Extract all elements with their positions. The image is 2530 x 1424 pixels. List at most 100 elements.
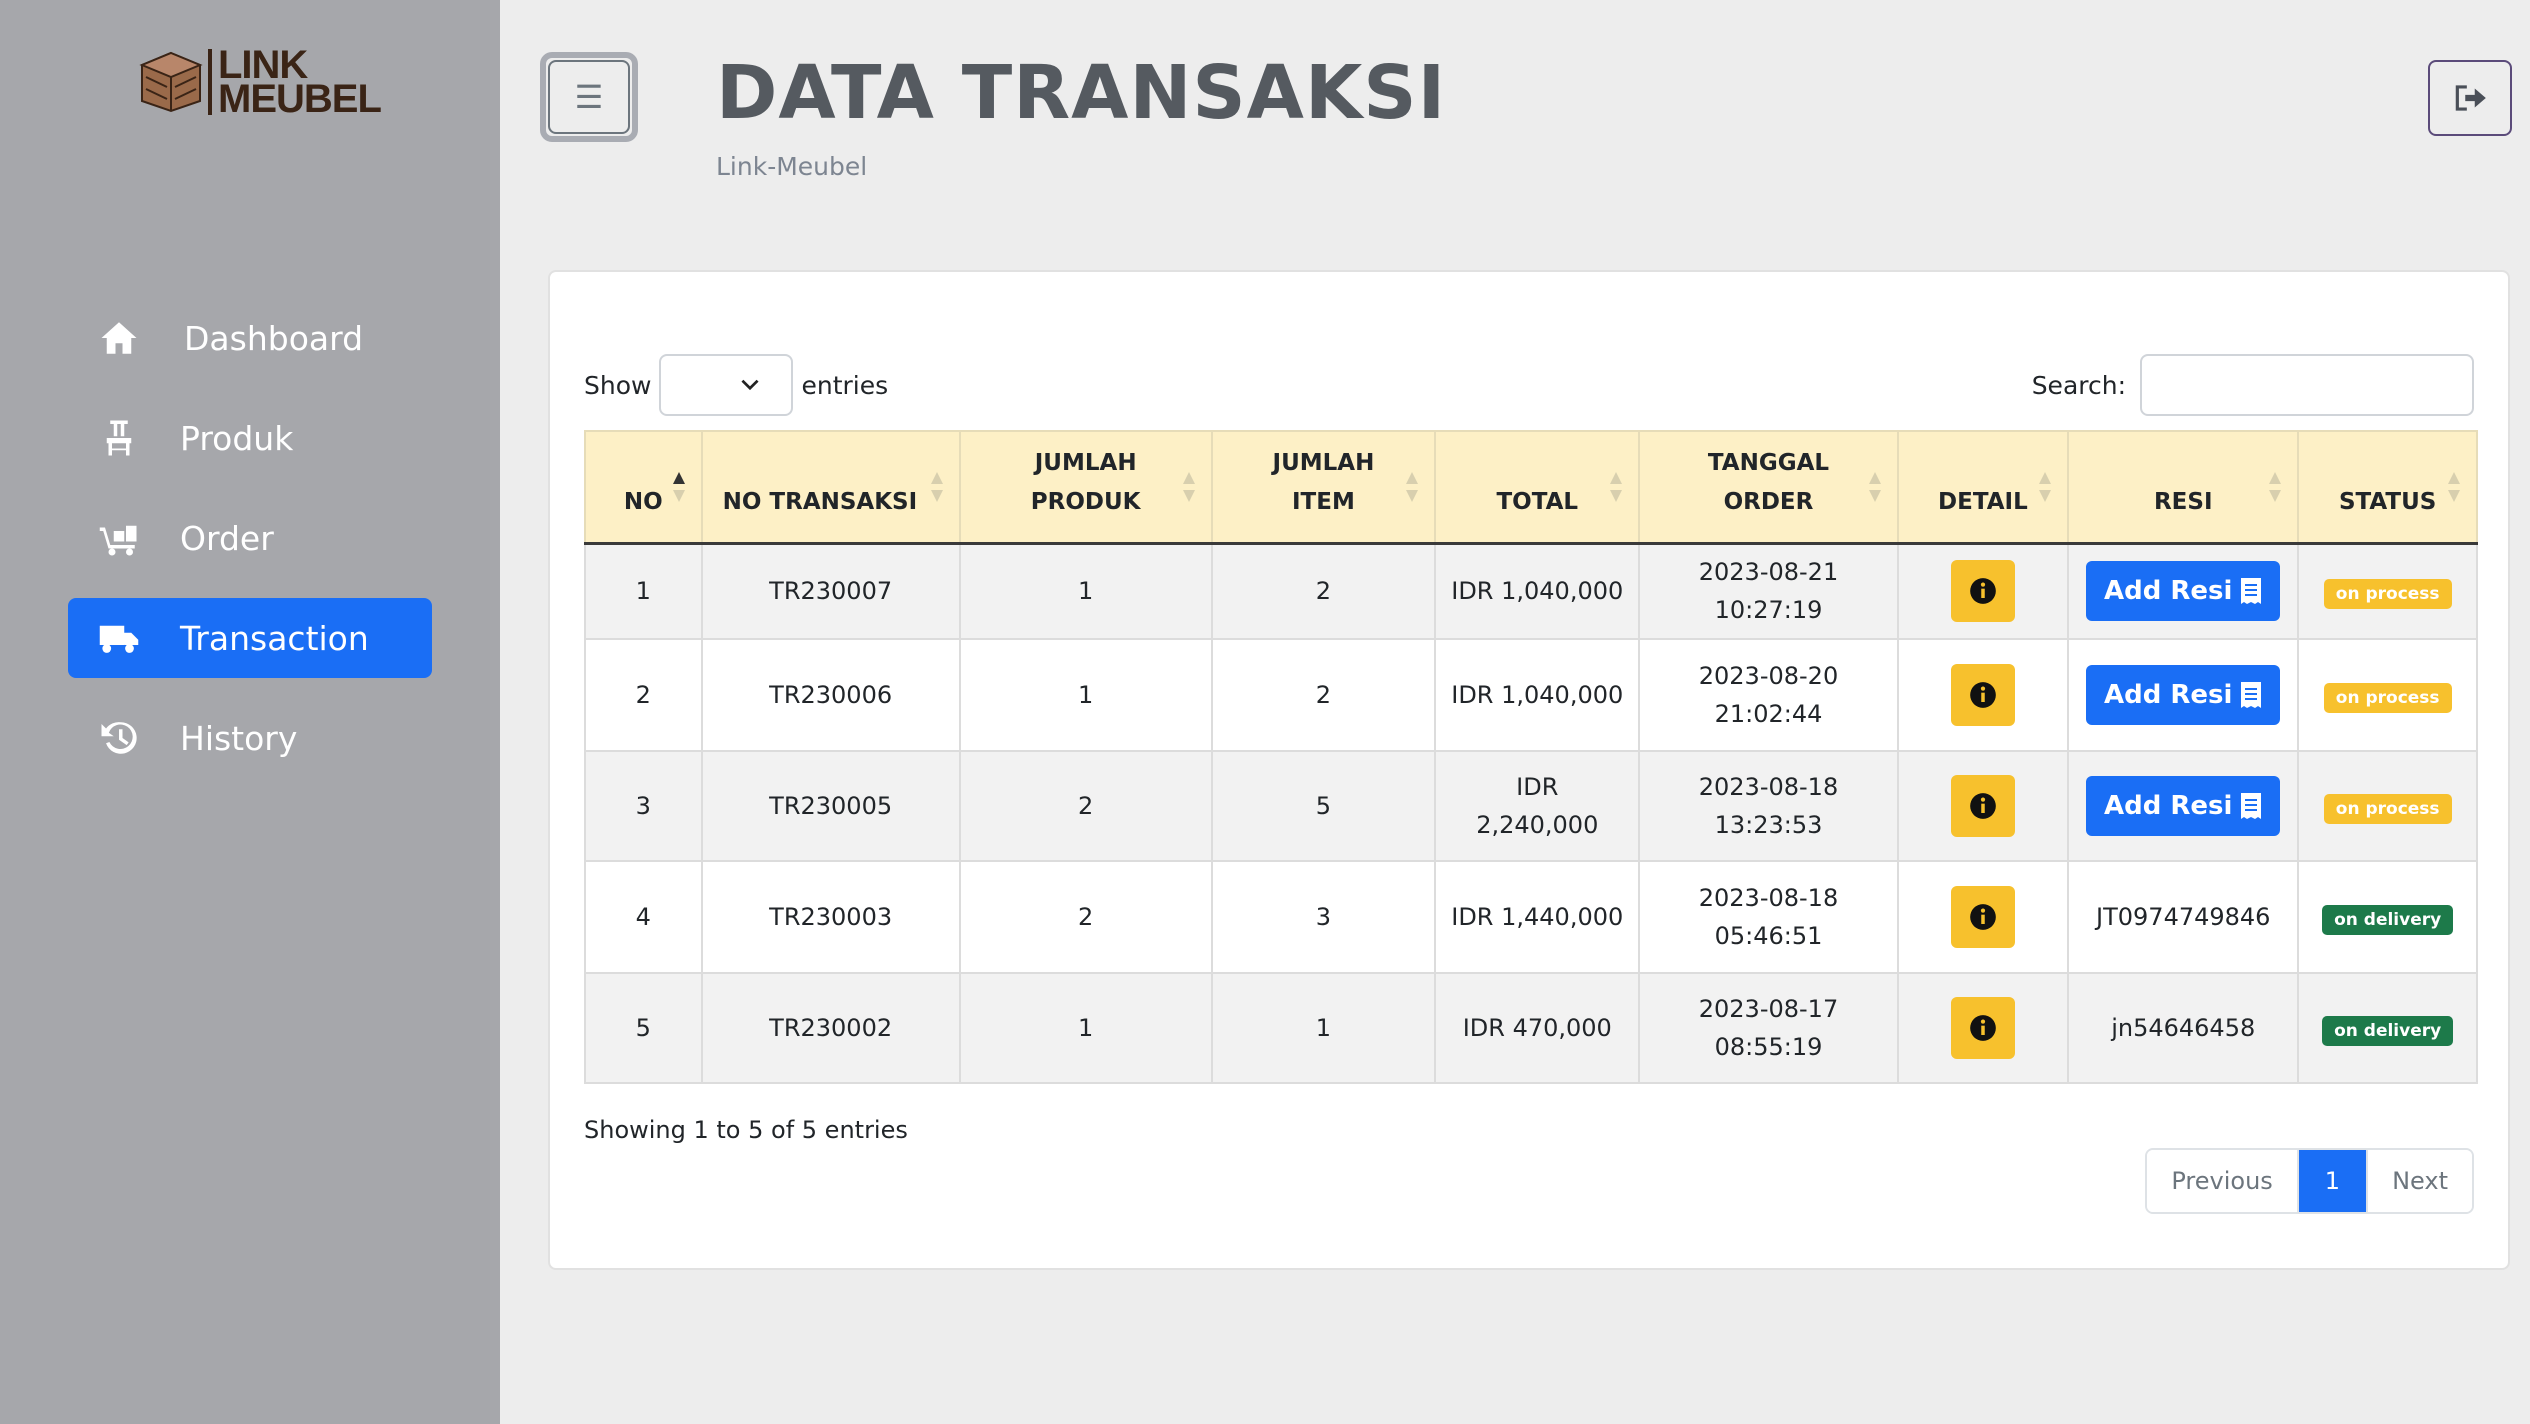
logo-divider xyxy=(208,49,212,115)
cell-tanggal: 2023-08-21 10:27:19 xyxy=(1638,542,1899,640)
cell-total: IDR 1,440,000 xyxy=(1434,860,1641,974)
dolly-icon xyxy=(99,525,137,556)
search-label: Search: xyxy=(2031,370,2126,400)
history-icon xyxy=(101,722,137,754)
cell-jumlah-item: 1 xyxy=(1210,972,1437,1084)
sidebar: LINK MEUBEL Dashboard Produk Order Trans… xyxy=(0,0,500,1424)
sidebar-item-transaction[interactable]: Transaction xyxy=(68,598,432,678)
column-header-status[interactable]: STATUS xyxy=(2297,430,2478,545)
status-badge: on process xyxy=(2323,683,2452,713)
home-icon xyxy=(101,322,137,354)
entries-select[interactable] xyxy=(659,354,794,416)
cell-status: on delivery xyxy=(2297,972,2478,1084)
chair-icon xyxy=(106,420,132,456)
search-control: Search: xyxy=(2032,354,2474,416)
column-header-jumlah-produk[interactable]: JUMLAH PRODUK xyxy=(958,430,1213,545)
sidebar-item-history[interactable]: History xyxy=(68,698,432,778)
page-subtitle: Link-Meubel xyxy=(716,152,868,181)
truck-icon xyxy=(99,625,139,653)
column-label-line2: ITEM xyxy=(1292,488,1355,515)
cell-no-transaksi: TR230005 xyxy=(700,750,961,862)
sort-icon xyxy=(2269,472,2282,502)
column-header-no-transaksi[interactable]: NO TRANSAKSI xyxy=(700,430,961,545)
detail-button[interactable] xyxy=(1950,775,2015,837)
cell-jumlah-produk: 1 xyxy=(958,542,1213,640)
crate-logo-icon xyxy=(139,51,203,113)
add-resi-button[interactable]: Add Resi xyxy=(2086,665,2281,725)
cell-jumlah-item: 3 xyxy=(1210,860,1437,974)
info-icon xyxy=(1970,1015,1996,1041)
cell-total: IDR 1,040,000 xyxy=(1434,638,1641,752)
logo-line2: MEUBEL xyxy=(218,77,382,121)
cell-resi: Add Resi xyxy=(2067,750,2300,862)
column-header-total[interactable]: TOTAL xyxy=(1434,430,1641,545)
next-button[interactable]: Next xyxy=(2366,1150,2472,1212)
cell-jumlah-item: 2 xyxy=(1210,542,1437,640)
cell-total: IDR 470,000 xyxy=(1434,972,1641,1084)
cell-no: 1 xyxy=(584,542,703,640)
column-label-line1: JUMLAH xyxy=(1034,449,1137,476)
info-icon xyxy=(1970,793,1996,819)
cell-no: 2 xyxy=(584,638,703,752)
table-row: 3 TR230005 2 5 IDR 2,240,000 2023-08-18 … xyxy=(584,750,2478,862)
cell-tanggal: 2023-08-17 08:55:19 xyxy=(1638,972,1899,1084)
sort-icon xyxy=(2448,472,2460,502)
previous-button[interactable]: Previous xyxy=(2147,1150,2297,1212)
table-row: 5 TR230002 1 1 IDR 470,000 2023-08-17 08… xyxy=(584,972,2478,1084)
cell-jumlah-produk: 2 xyxy=(958,860,1213,974)
cell-resi: jn54646458 xyxy=(2067,972,2300,1084)
column-label-line1: TANGGAL xyxy=(1707,449,1830,476)
cell-no: 4 xyxy=(584,860,703,974)
cell-status: on process xyxy=(2297,750,2478,862)
cell-status: on delivery xyxy=(2297,860,2478,974)
search-input[interactable] xyxy=(2140,354,2474,416)
receipt-icon xyxy=(2241,793,2262,819)
page-1-button[interactable]: 1 xyxy=(2296,1150,2367,1212)
detail-button[interactable] xyxy=(1950,997,2015,1059)
column-header-detail[interactable]: DETAIL xyxy=(1896,430,2070,545)
status-badge: on delivery xyxy=(2322,905,2454,935)
cell-resi: Add Resi xyxy=(2067,638,2300,752)
detail-button[interactable] xyxy=(1950,886,2015,948)
sidebar-item-label: Order xyxy=(180,518,274,558)
sort-icon xyxy=(1610,472,1623,502)
cell-status: on process xyxy=(2297,542,2478,640)
status-badge: on delivery xyxy=(2322,1016,2454,1046)
cell-no: 3 xyxy=(584,750,703,862)
column-header-tanggal-order[interactable]: TANGGAL ORDER xyxy=(1638,430,1899,545)
page-title: DATA TRANSAKSI xyxy=(716,50,1447,136)
sort-icon xyxy=(1182,472,1195,502)
sidebar-item-dashboard[interactable]: Dashboard xyxy=(68,298,432,378)
sidebar-item-label: History xyxy=(180,718,298,758)
cell-status: on process xyxy=(2297,638,2478,752)
logo-text: LINK MEUBEL xyxy=(218,45,382,121)
status-badge: on process xyxy=(2323,579,2452,610)
add-resi-button[interactable]: Add Resi xyxy=(2086,776,2281,836)
table-row: 4 TR230003 2 3 IDR 1,440,000 2023-08-18 … xyxy=(584,860,2478,974)
brand-logo[interactable]: LINK MEUBEL xyxy=(138,45,382,121)
sidebar-item-label: Produk xyxy=(180,418,294,458)
cell-no: 5 xyxy=(584,972,703,1084)
transactions-table: NO NO TRANSAKSI JUMLAH PRODUK JUMLAH ITE… xyxy=(584,430,2478,1084)
entries-label: entries xyxy=(801,370,889,400)
add-resi-label: Add Resi xyxy=(2104,680,2233,710)
sidebar-toggle-button[interactable]: ☰ xyxy=(540,52,638,142)
detail-button[interactable] xyxy=(1950,560,2015,623)
column-label-line1: JUMLAH xyxy=(1272,449,1375,476)
sidebar-item-produk[interactable]: Produk xyxy=(68,398,432,478)
column-label: NO xyxy=(623,488,663,515)
receipt-icon xyxy=(2241,578,2262,605)
logout-button[interactable] xyxy=(2428,60,2512,136)
sort-icon xyxy=(930,472,943,502)
sidebar-nav: Dashboard Produk Order Transaction Histo… xyxy=(68,298,432,798)
sidebar-item-order[interactable]: Order xyxy=(68,498,432,578)
column-header-jumlah-item[interactable]: JUMLAH ITEM xyxy=(1210,430,1437,545)
column-header-no[interactable]: NO xyxy=(584,430,703,545)
column-header-resi[interactable]: RESI xyxy=(2067,430,2300,545)
cell-jumlah-item: 5 xyxy=(1210,750,1437,862)
column-label-line2: ORDER xyxy=(1723,488,1814,515)
add-resi-button[interactable]: Add Resi xyxy=(2086,561,2281,622)
detail-button[interactable] xyxy=(1950,664,2015,726)
sort-icon xyxy=(1868,472,1881,502)
sidebar-item-label: Transaction xyxy=(180,618,369,658)
